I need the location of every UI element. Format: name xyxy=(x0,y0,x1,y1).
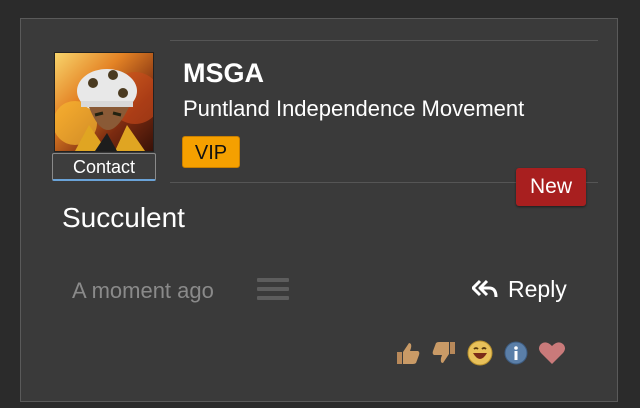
timestamp[interactable]: A moment ago xyxy=(72,278,214,304)
author-group: Puntland Independence Movement xyxy=(183,96,525,121)
reply-all-icon xyxy=(472,279,498,297)
avatar-container xyxy=(54,52,154,152)
avatar-image xyxy=(55,69,153,151)
avatar[interactable] xyxy=(54,52,154,152)
new-badge: New xyxy=(516,168,586,206)
reactions-bar xyxy=(393,338,567,368)
divider xyxy=(170,40,598,41)
heart-icon[interactable] xyxy=(537,338,567,368)
thumbs-up-icon[interactable] xyxy=(393,338,423,368)
reply-button[interactable]: Reply xyxy=(472,276,567,303)
author-name[interactable]: MSGA xyxy=(183,58,264,89)
message-text: Succulent xyxy=(62,202,185,233)
reply-label: Reply xyxy=(508,276,567,302)
thumbs-down-icon[interactable] xyxy=(429,338,459,368)
info-icon[interactable] xyxy=(501,338,531,368)
menu-icon[interactable] xyxy=(257,278,289,300)
laughing-face-icon[interactable] xyxy=(465,338,495,368)
contact-button[interactable]: Contact xyxy=(52,153,156,181)
vip-badge: VIP xyxy=(182,136,240,168)
